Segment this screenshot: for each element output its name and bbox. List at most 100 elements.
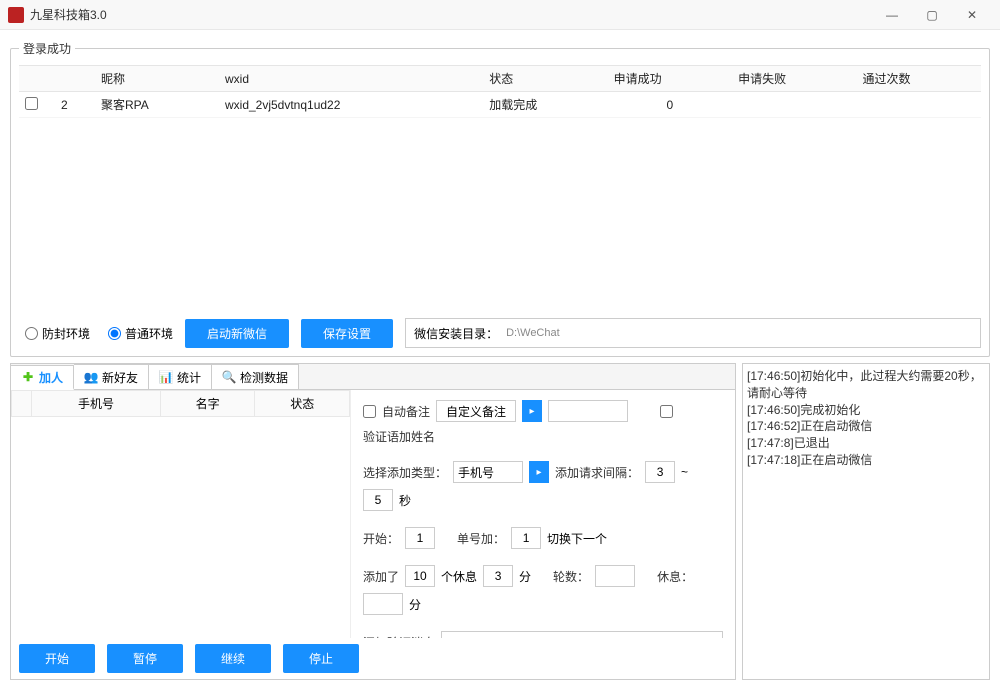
interval-max-input[interactable] <box>363 489 393 511</box>
row-apply-fail <box>732 92 856 118</box>
pause-button[interactable]: 暂停 <box>107 644 183 673</box>
verify-add-name-checkbox[interactable] <box>660 405 673 418</box>
custom-remark-input[interactable] <box>436 400 516 422</box>
stop-button[interactable]: 停止 <box>283 644 359 673</box>
tab-stats[interactable]: 📊 统计 <box>149 364 212 389</box>
interval-min-input[interactable] <box>645 461 675 483</box>
anti-ban-text: 防封环境 <box>42 325 90 342</box>
rest-min-input[interactable] <box>483 565 513 587</box>
col-wxid: wxid <box>219 66 483 92</box>
log-line: [17:47:8]已退出 <box>747 435 985 452</box>
task-table-body <box>11 417 350 597</box>
normal-env-radio-label[interactable]: 普通环境 <box>108 325 173 342</box>
verify-add-name-label: 验证语加姓名 <box>363 428 435 445</box>
normal-env-text: 普通环境 <box>125 325 173 342</box>
task-col-idx <box>12 391 32 417</box>
window-title: 九星科技箱3.0 <box>30 6 872 23</box>
log-panel: [17:46:50]初始化中，此过程大约需要20秒，请耐心等待 [17:46:5… <box>742 363 990 680</box>
row-index: 2 <box>55 92 95 118</box>
auto-remark-label: 自动备注 <box>382 403 430 420</box>
added-input[interactable] <box>405 565 435 587</box>
task-col-status: 状态 <box>255 391 350 417</box>
titlebar: 九星科技箱3.0 — ▢ ✕ <box>0 0 1000 30</box>
col-pass-count: 通过次数 <box>857 66 981 92</box>
rounds-label: 轮数： <box>553 568 589 585</box>
install-path-box: 微信安装目录： D:\WeChat <box>405 318 981 348</box>
col-apply-ok: 申请成功 <box>608 66 732 92</box>
rounds-input[interactable] <box>595 565 635 587</box>
auto-remark-checkbox[interactable] <box>363 405 376 418</box>
action-row: 开始 暂停 继续 停止 <box>11 638 735 679</box>
normal-env-radio[interactable] <box>108 327 121 340</box>
env-radio-group: 防封环境 普通环境 <box>19 325 173 342</box>
table-row[interactable]: 2 聚客RPA wxid_2vj5dvtnq1ud22 加载完成 0 <box>19 92 981 118</box>
anti-ban-radio[interactable] <box>25 327 38 340</box>
tab-detect-label: 检测数据 <box>240 369 288 386</box>
minute-label-1: 分 <box>519 568 531 585</box>
add-type-dropdown-button[interactable]: ▸ <box>529 461 549 483</box>
install-path-value: D:\WeChat <box>504 325 972 341</box>
single-add-label: 单号加： <box>457 530 505 547</box>
environment-toolbar: 防封环境 普通环境 启动新微信 保存设置 微信安装目录： D:\WeChat <box>19 318 981 348</box>
task-col-name: 名字 <box>160 391 255 417</box>
switch-next-label: 切换下一个 <box>547 530 607 547</box>
accounts-header-row: 昵称 wxid 状态 申请成功 申请失败 通过次数 <box>19 66 981 92</box>
task-table: 手机号 名字 状态 <box>11 390 351 638</box>
single-add-input[interactable] <box>511 527 541 549</box>
detect-icon: 🔍 <box>222 370 236 384</box>
tab-new-friend-label: 新好友 <box>102 369 138 386</box>
seconds-label: 秒 <box>399 492 411 509</box>
log-line: [17:46:50]初始化中，此过程大约需要20秒，请耐心等待 <box>747 368 985 402</box>
add-settings-pane: 自动备注 ▸ 验证语加姓名 选择添加类型： ▸ 添加请求间隔： <box>351 390 735 638</box>
main-panel: ✚ 加人 👥 新好友 📊 统计 🔍 检测数据 <box>10 363 736 680</box>
remark-value-input[interactable] <box>548 400 628 422</box>
continue-button[interactable]: 继续 <box>195 644 271 673</box>
rest-input[interactable] <box>363 593 403 615</box>
row-wxid: wxid_2vj5dvtnq1ud22 <box>219 92 483 118</box>
added-label: 添加了 <box>363 568 399 585</box>
close-button[interactable]: ✕ <box>952 0 992 30</box>
request-interval-label: 添加请求间隔： <box>555 464 639 481</box>
ge-rest-label: 个休息 <box>441 568 477 585</box>
task-header-row: 手机号 名字 状态 <box>12 391 350 417</box>
row-checkbox[interactable] <box>25 97 38 110</box>
verify-msg-input[interactable] <box>441 631 723 638</box>
log-line: [17:47:18]正在启动微信 <box>747 452 985 469</box>
tab-add-label: 加人 <box>39 369 63 386</box>
minimize-button[interactable]: — <box>872 0 912 30</box>
row-apply-ok: 0 <box>608 92 732 118</box>
install-path-label: 微信安装目录： <box>414 325 498 342</box>
start-new-wechat-button[interactable]: 启动新微信 <box>185 319 289 348</box>
row-nickname: 聚客RPA <box>95 92 219 118</box>
save-settings-button[interactable]: 保存设置 <box>301 319 393 348</box>
tab-new-friend[interactable]: 👥 新好友 <box>74 364 149 389</box>
tab-stats-label: 统计 <box>177 369 201 386</box>
anti-ban-radio-label[interactable]: 防封环境 <box>25 325 90 342</box>
new-friend-icon: 👥 <box>84 370 98 384</box>
rest-label: 休息： <box>657 568 693 585</box>
col-check <box>19 66 55 92</box>
tab-add[interactable]: ✚ 加人 <box>11 365 74 390</box>
interval-sep: ~ <box>681 465 688 479</box>
start-input[interactable] <box>405 527 435 549</box>
row-pass-count <box>857 92 981 118</box>
minute-label-2: 分 <box>409 596 421 613</box>
log-line: [17:46:50]完成初始化 <box>747 402 985 419</box>
start-button[interactable]: 开始 <box>19 644 95 673</box>
col-apply-fail: 申请失败 <box>732 66 856 92</box>
add-person-icon: ✚ <box>21 370 35 384</box>
login-group-title: 登录成功 <box>19 40 75 57</box>
task-col-phone: 手机号 <box>32 391 161 417</box>
col-index <box>55 66 95 92</box>
tab-bar: ✚ 加人 👥 新好友 📊 统计 🔍 检测数据 <box>11 364 735 390</box>
tab-detect[interactable]: 🔍 检测数据 <box>212 364 299 389</box>
accounts-table: 昵称 wxid 状态 申请成功 申请失败 通过次数 2 聚客RPA wxid_2… <box>19 65 981 118</box>
maximize-button[interactable]: ▢ <box>912 0 952 30</box>
remark-dropdown-button[interactable]: ▸ <box>522 400 542 422</box>
accounts-table-wrapper: 昵称 wxid 状态 申请成功 申请失败 通过次数 2 聚客RPA wxid_2… <box>19 65 981 310</box>
select-add-type-label: 选择添加类型： <box>363 464 447 481</box>
row-status: 加载完成 <box>483 92 607 118</box>
add-type-input[interactable] <box>453 461 523 483</box>
start-label: 开始： <box>363 530 399 547</box>
log-line: [17:46:52]正在启动微信 <box>747 418 985 435</box>
